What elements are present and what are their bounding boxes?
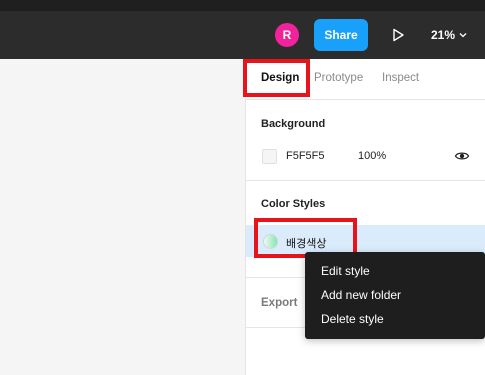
background-section-title: Background [261,118,326,130]
tab-prototype[interactable]: Prototype [314,72,363,84]
top-strip [0,0,485,11]
canvas[interactable] [0,59,245,375]
section-divider [246,180,485,181]
tab-design[interactable]: Design [261,72,299,84]
play-icon[interactable] [390,27,406,43]
share-button[interactable]: Share [314,19,368,51]
menu-item-add-new-folder[interactable]: Add new folder [305,283,485,307]
export-section-title[interactable]: Export [261,297,297,309]
panel-tabs: Design Prototype Inspect [246,59,485,100]
user-avatar[interactable]: R [275,23,299,47]
eye-icon[interactable] [454,149,470,163]
toolbar: R Share 21% [0,11,485,59]
zoom-level: 21% [431,28,456,42]
zoom-dropdown[interactable]: 21% [431,27,467,43]
background-color-swatch[interactable] [262,149,277,164]
background-hex-value[interactable]: F5F5F5 [286,150,325,162]
menu-item-edit-style[interactable]: Edit style [305,259,485,283]
color-style-name: 배경색상 [286,238,327,250]
color-styles-section-title: Color Styles [261,198,326,210]
context-menu: Edit style Add new folder Delete style [305,252,485,339]
menu-item-delete-style[interactable]: Delete style [305,307,485,331]
chevron-down-icon [459,33,467,38]
background-opacity-value[interactable]: 100% [358,150,386,162]
tab-inspect[interactable]: Inspect [382,72,419,84]
color-style-swatch [263,234,278,249]
